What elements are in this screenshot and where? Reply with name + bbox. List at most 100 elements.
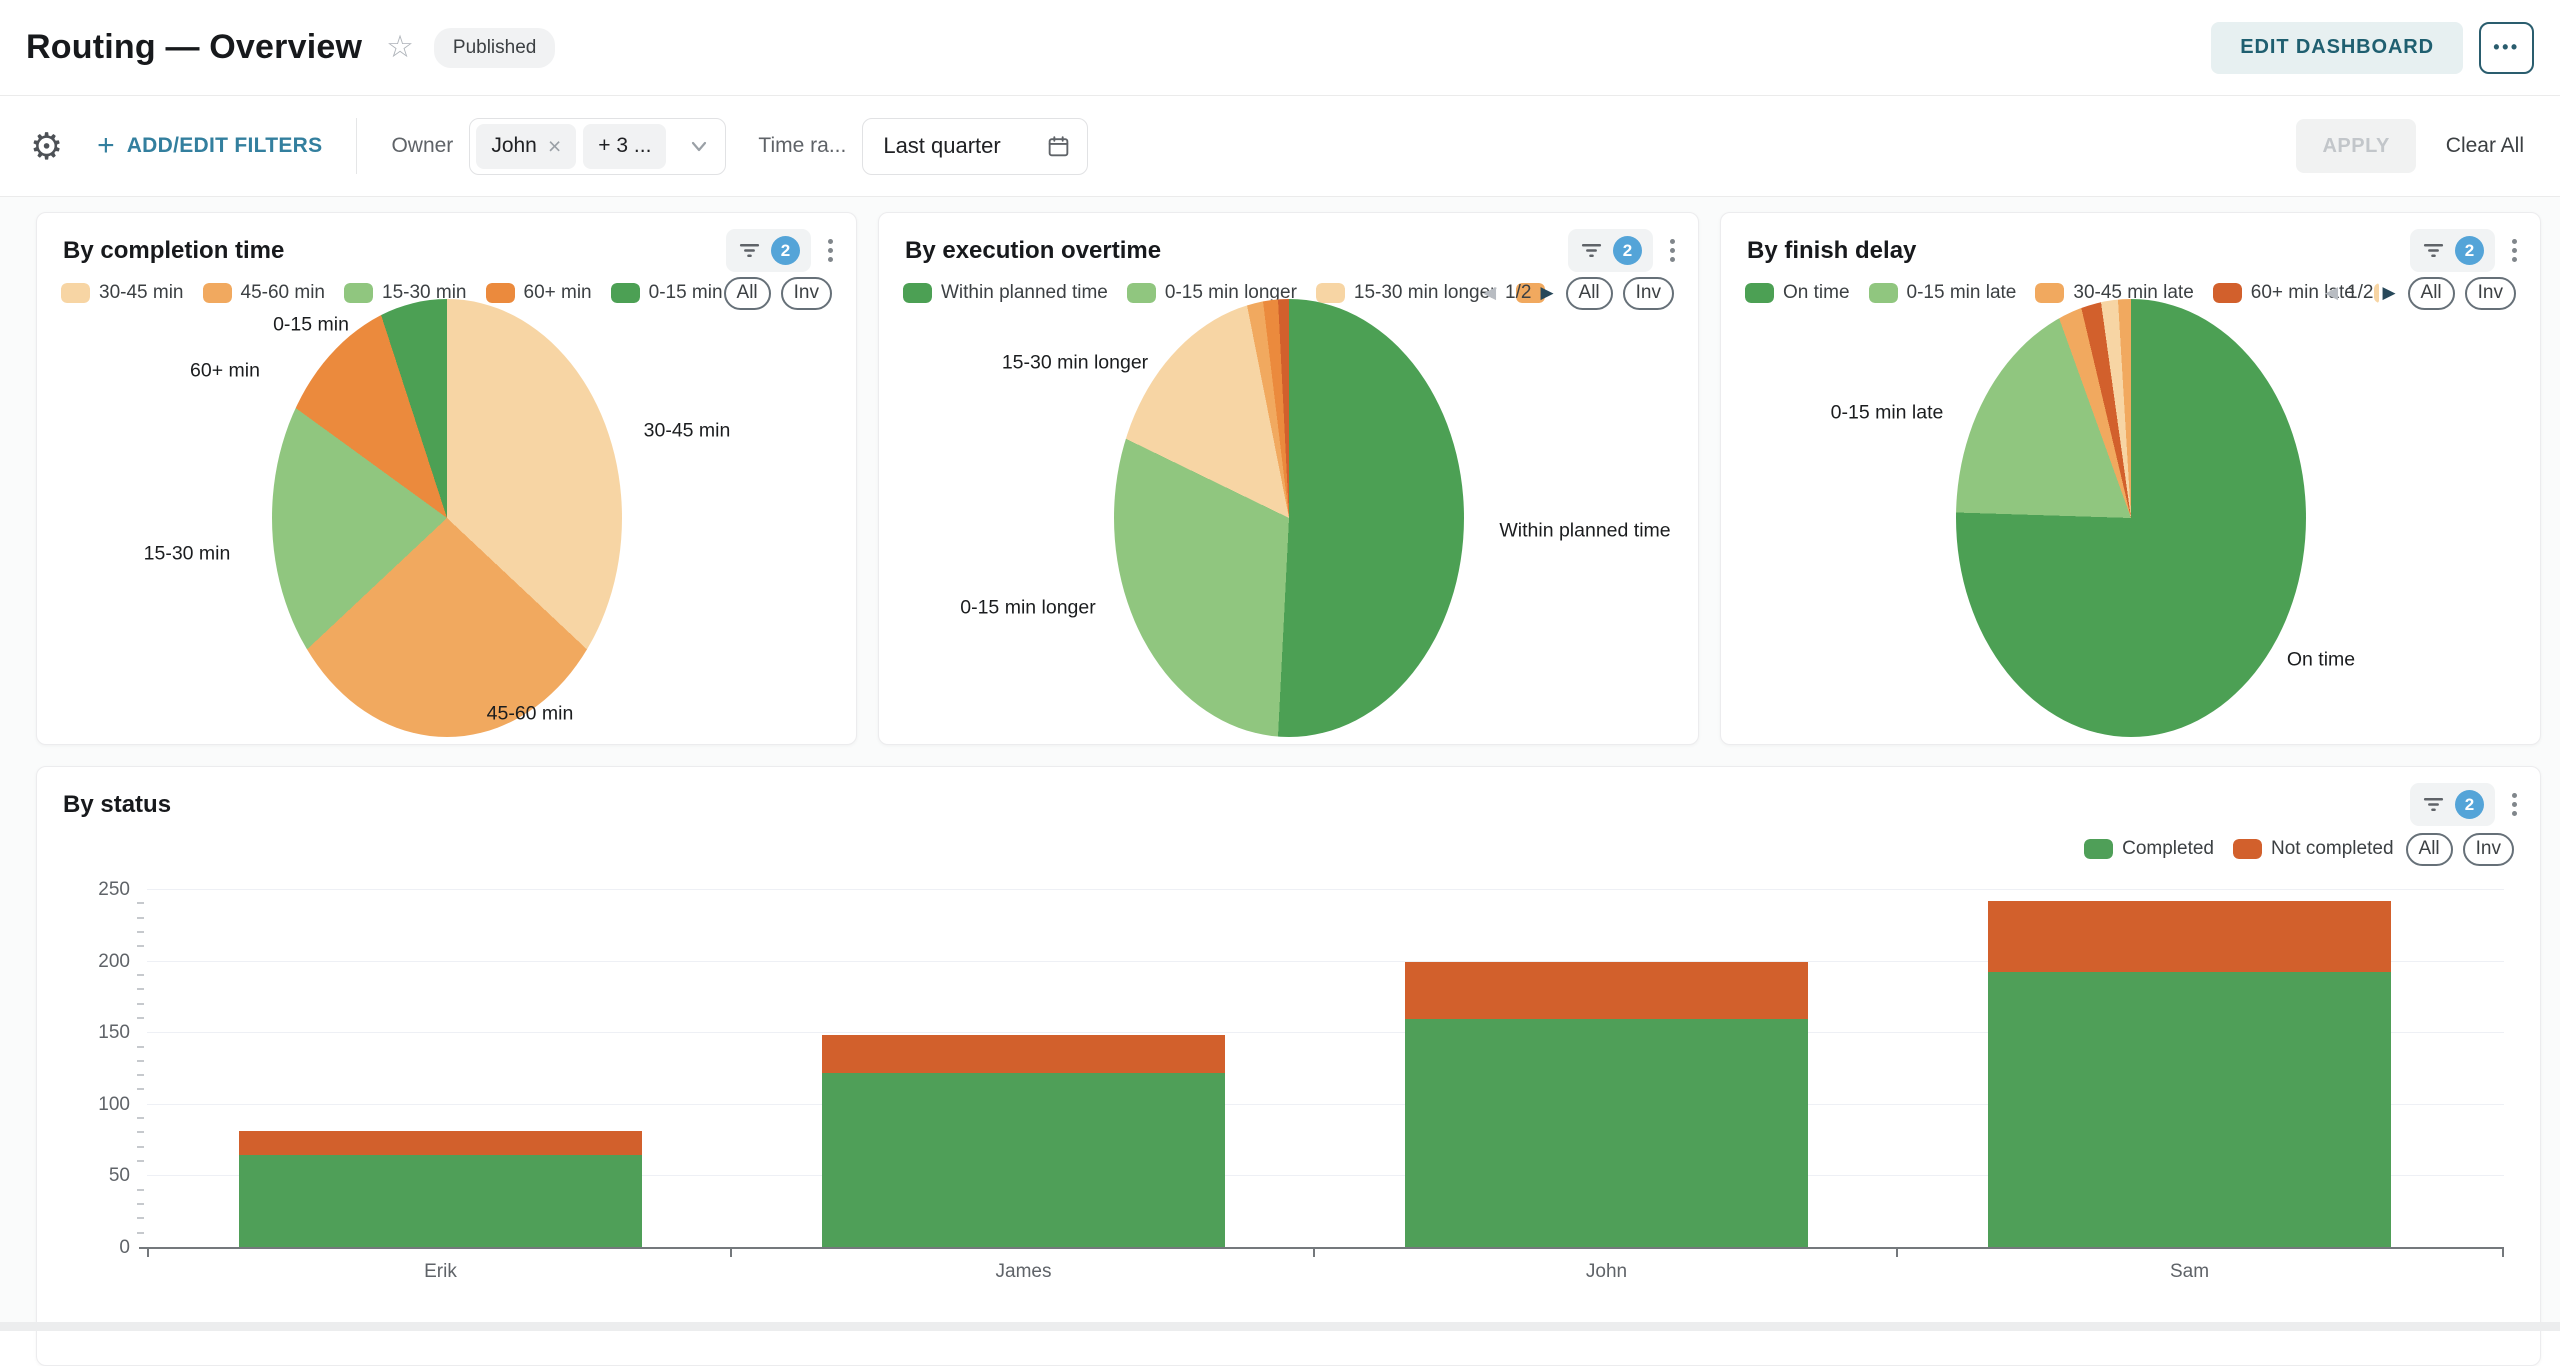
card-by-execution-overtime: By execution overtime 2 Within planned t… [878,212,1699,745]
owner-filter-label: Owner [391,134,453,158]
x-axis-tick [730,1248,732,1257]
bar-erik-completed[interactable] [239,1155,642,1248]
y-axis-minor-tick [137,931,144,933]
time-range-select[interactable]: Last quarter [862,118,1088,175]
edit-dashboard-button[interactable]: EDIT DASHBOARD [2211,22,2463,74]
card-by-status: By status 2 Completed Not completed All I… [36,766,2541,1366]
more-options-button[interactable]: ••• [2479,22,2534,74]
y-axis-minor-tick [137,1232,144,1234]
bar-james-not-completed[interactable] [822,1035,1225,1074]
owner-chip-more[interactable]: + 3 ... [583,124,666,169]
filter-count-badge: 2 [1613,236,1642,265]
y-axis-minor-tick [137,1046,144,1048]
y-axis-minor-tick [137,1131,144,1133]
owner-chip-john[interactable]: John × [476,124,576,169]
bar-james-completed[interactable] [822,1073,1225,1248]
x-axis-tick [1313,1248,1315,1257]
owner-select[interactable]: John × + 3 ... [469,118,726,175]
legend-label: Not completed [2271,838,2394,860]
card-title: By execution overtime [905,237,1161,265]
card-header: By status 2 [37,767,2540,826]
kebab-menu-button[interactable] [1661,232,1684,269]
legend-row: Completed Not completed All Inv [63,834,2514,864]
y-axis-label: 200 [98,951,130,973]
card-controls: 2 [726,229,842,272]
pie-slice-label: 60+ min [190,360,260,383]
x-axis-label: John [1586,1261,1627,1283]
x-axis-label: James [996,1261,1052,1283]
pie-slice-label: 30-45 min [644,420,731,443]
pie-slice-label: 0-15 min late [1831,402,1944,425]
kebab-menu-button[interactable] [819,232,842,269]
gear-icon[interactable]: ⚙ [30,128,63,165]
card-controls: 2 [2410,229,2526,272]
bar-john-completed[interactable] [1405,1019,1808,1248]
apply-button[interactable]: APPLY [2296,119,2415,173]
legend-all-button[interactable]: All [2406,833,2453,866]
y-axis-minor-tick [137,1003,144,1005]
card-title: By finish delay [1747,237,1916,265]
funnel-icon [737,238,762,263]
card-controls: 2 [2410,783,2526,826]
legend-item[interactable]: Not completed [2233,838,2394,860]
pie-chart-completion-time[interactable] [272,299,622,737]
add-edit-filters-button[interactable]: + ADD/EDIT FILTERS [97,131,322,161]
ellipsis-icon: ••• [2493,37,2519,58]
card-filter-button[interactable]: 2 [726,229,811,272]
card-controls: 2 [1568,229,1684,272]
card-header: By completion time 2 [37,213,856,272]
y-axis-minor-tick [137,1074,144,1076]
pie-chart-finish-delay[interactable] [1956,299,2306,737]
y-axis-minor-tick [137,917,144,919]
kebab-menu-button[interactable] [2503,786,2526,823]
y-axis-minor-tick [137,1117,144,1119]
page-bottom-edge [0,1322,2560,1331]
filter-count-badge: 2 [2455,790,2484,819]
y-axis-label: 50 [109,1165,130,1187]
y-axis-label: 100 [98,1094,130,1116]
bar-erik-not-completed[interactable] [239,1131,642,1155]
card-filter-button[interactable]: 2 [2410,783,2495,826]
card-title: By status [63,791,171,819]
bar-sam-not-completed[interactable] [1988,901,2391,971]
y-axis-minor-tick [137,1017,144,1019]
legend-items: Completed Not completed [2084,838,2393,860]
favorite-star-icon[interactable]: ☆ [386,32,414,63]
legend-inv-button[interactable]: Inv [2463,833,2514,866]
y-axis-minor-tick [137,974,144,976]
y-axis-label: 0 [119,1237,130,1259]
pie-cards-row: By completion time 2 30-45 min45-60 min1… [36,212,2541,745]
legend-item[interactable]: Completed [2084,838,2214,860]
x-axis-line [139,1247,2504,1249]
y-axis-minor-tick [137,1088,144,1090]
divider [356,118,357,174]
plus-icon: + [97,131,115,161]
card-filter-button[interactable]: 2 [2410,229,2495,272]
bar-chart-by-status[interactable]: 050100150200250ErikJamesJohnSam [147,890,2504,1248]
kebab-menu-button[interactable] [2503,232,2526,269]
y-axis-minor-tick [137,1189,144,1191]
y-axis-minor-tick [137,1160,144,1162]
remove-chip-icon[interactable]: × [548,135,561,158]
time-range-label: Time ra... [758,134,846,158]
filter-count-badge: 2 [771,236,800,265]
funnel-icon [2421,238,2446,263]
x-axis-label: Erik [424,1261,457,1283]
chevron-down-icon [687,134,711,158]
y-axis-minor-tick [137,1060,144,1062]
y-axis-label: 250 [98,879,130,901]
card-by-finish-delay: By finish delay 2 On time0-15 min late30… [1720,212,2541,745]
legend-swatch [2233,839,2262,859]
card-header: By execution overtime 2 [879,213,1698,272]
y-axis-minor-tick [137,945,144,947]
y-axis-minor-tick [137,1217,144,1219]
clear-all-button[interactable]: Clear All [2446,134,2524,158]
bar-sam-completed[interactable] [1988,972,2391,1248]
calendar-icon [1046,134,1071,159]
bar-john-not-completed[interactable] [1405,962,1808,1019]
card-filter-button[interactable]: 2 [1568,229,1653,272]
pie-chart-area: On time0-15 min late [1721,299,2540,737]
time-range-group: Time ra... Last quarter [758,118,1088,175]
pie-chart-execution-overtime[interactable] [1114,299,1464,737]
gridline [147,889,2504,890]
